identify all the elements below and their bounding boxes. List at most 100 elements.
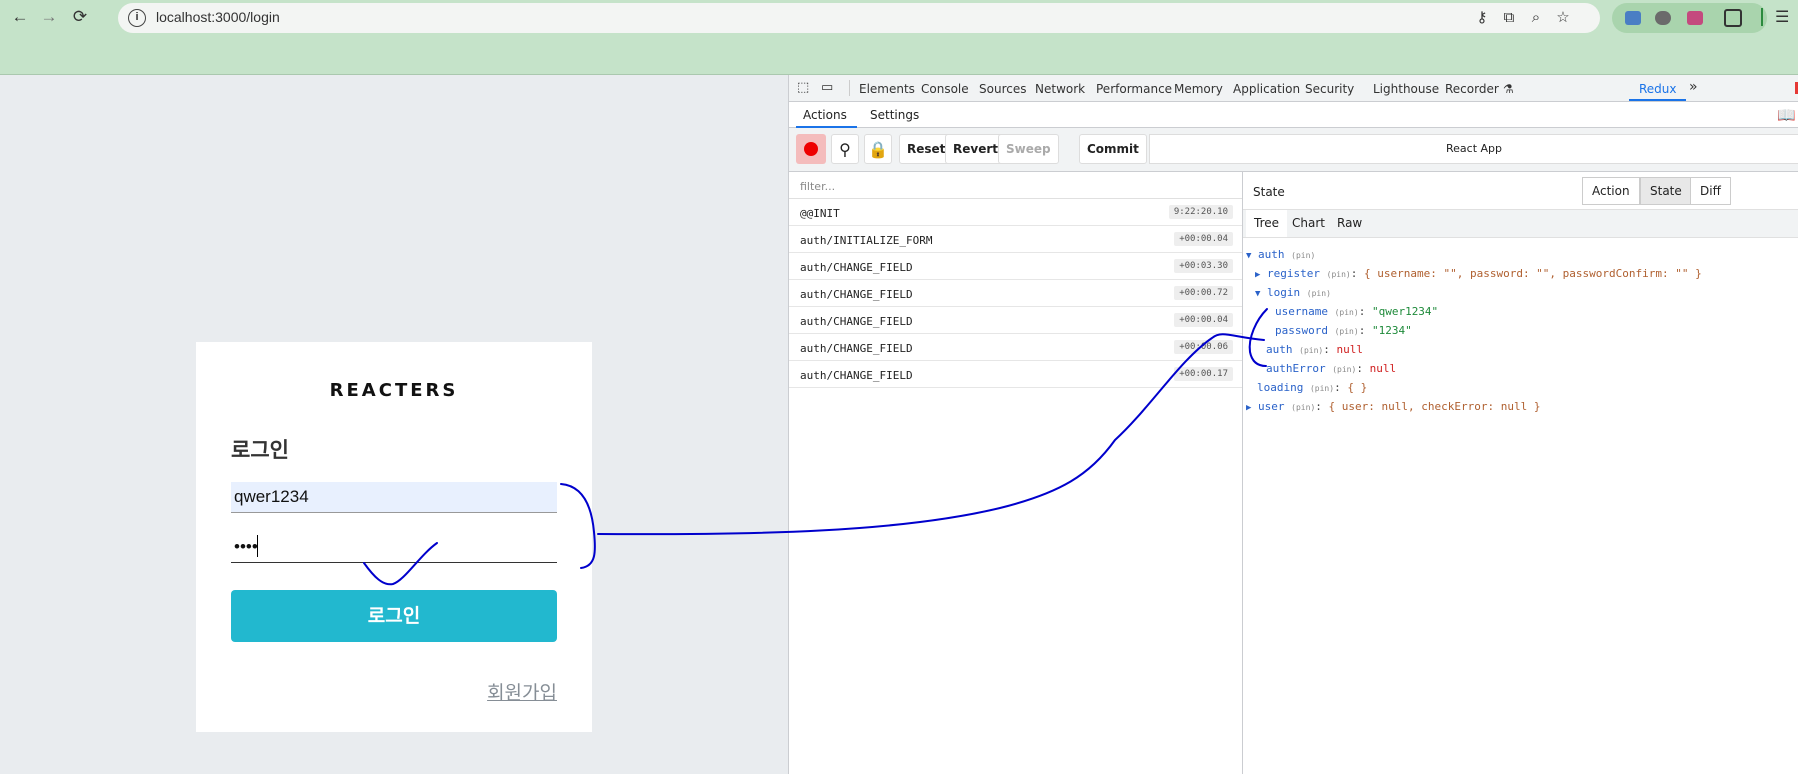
expanded-arrow-icon[interactable]: ▼ [1255, 289, 1260, 299]
action-list: filter... @@INIT 9:22:20.10 auth/INITIAL… [789, 172, 1243, 774]
active-tab-indicator [1629, 99, 1686, 101]
pin-label[interactable]: (pin) [1310, 384, 1334, 393]
filter-input[interactable]: filter... [789, 172, 1242, 199]
tree-node-login[interactable]: ▼ login (pin) [1255, 286, 1331, 299]
site-info-icon[interactable]: i [128, 9, 146, 27]
tree-value: "qwer1234" [1371, 305, 1439, 318]
password-input[interactable] [231, 532, 557, 563]
open-in-window-icon[interactable]: ⧉ [1499, 8, 1519, 28]
mode-action-button[interactable]: Action [1582, 177, 1640, 205]
mode-diff-button[interactable]: Diff [1690, 177, 1731, 205]
tree-node-auth-inner[interactable]: auth (pin): null [1266, 343, 1363, 356]
more-tabs-icon[interactable]: » [1689, 79, 1698, 95]
url-text[interactable]: localhost:3000/login [156, 9, 280, 25]
action-time: +00:03.30 [1174, 259, 1233, 273]
extensions-puzzle-icon[interactable] [1724, 9, 1742, 27]
revert-button[interactable]: Revert [945, 134, 1006, 164]
tab-recorder[interactable]: Recorder [1445, 82, 1499, 96]
device-toolbar-icon[interactable]: ▭ [821, 80, 833, 95]
view-tab-raw[interactable]: Raw [1329, 210, 1370, 237]
tab-redux[interactable]: Redux [1639, 82, 1677, 96]
login-button[interactable]: 로그인 [231, 590, 557, 642]
tree-summary: { username: "", password: "", passwordCo… [1364, 267, 1702, 280]
username-input[interactable] [231, 482, 557, 513]
docs-book-icon[interactable]: 📖 [1777, 106, 1796, 124]
forward-icon[interactable]: → [38, 6, 60, 28]
lock-icon[interactable]: 🔒 [864, 134, 892, 164]
action-row[interactable]: auth/CHANGE_FIELD +00:00.06 [789, 334, 1242, 361]
action-row[interactable]: auth/INITIALIZE_FORM +00:00.04 [789, 226, 1242, 253]
extension-a-icon[interactable] [1625, 11, 1641, 25]
tab-elements[interactable]: Elements [859, 82, 915, 96]
action-row[interactable]: auth/CHANGE_FIELD +00:00.04 [789, 307, 1242, 334]
tree-key: username [1275, 305, 1328, 318]
bookmark-star-icon[interactable]: ☆ [1553, 8, 1573, 28]
tab-security[interactable]: Security [1305, 82, 1354, 96]
pin-label[interactable]: (pin) [1335, 327, 1359, 336]
tree-node-autherror[interactable]: authError (pin): null [1266, 362, 1396, 375]
tree-value: null [1369, 362, 1397, 375]
state-header: State Action State Diff [1243, 172, 1798, 210]
extensions-area [1612, 3, 1767, 33]
action-row[interactable]: @@INIT 9:22:20.10 [789, 199, 1242, 226]
action-row[interactable]: auth/CHANGE_FIELD +00:03.30 [789, 253, 1242, 280]
tree-node-user[interactable]: ▶ user (pin): { user: null, checkError: … [1246, 400, 1540, 413]
address-bar[interactable]: i localhost:3000/login ⚷ ⧉ ⌕ ☆ [118, 3, 1600, 33]
pin-label[interactable]: (pin) [1307, 289, 1331, 298]
tab-lighthouse[interactable]: Lighthouse [1373, 82, 1439, 96]
tab-performance[interactable]: Performance [1096, 82, 1172, 96]
devtools-tab-bar: ⬚ ▭ Elements Console Sources Network Per… [789, 75, 1798, 102]
tree-node-auth[interactable]: ▼ auth (pin) [1246, 248, 1315, 261]
tab-network[interactable]: Network [1035, 82, 1085, 96]
register-link[interactable]: 회원가입 [487, 678, 557, 705]
action-name: auth/CHANGE_FIELD [800, 288, 913, 301]
tree-node-register[interactable]: ▶ register (pin): { username: "", passwo… [1255, 267, 1702, 280]
back-icon[interactable]: ← [9, 6, 31, 28]
sweep-button[interactable]: Sweep [998, 134, 1059, 164]
tab-sources[interactable]: Sources [979, 82, 1026, 96]
collapsed-arrow-icon[interactable]: ▶ [1255, 270, 1260, 280]
tree-node-loading[interactable]: loading (pin): { } [1257, 381, 1367, 394]
pin-icon[interactable]: ⚲ [831, 134, 859, 164]
inspect-element-icon[interactable]: ⬚ [797, 80, 809, 95]
state-title: State [1253, 185, 1285, 199]
action-time: +00:00.04 [1174, 232, 1233, 246]
subtab-actions[interactable]: Actions [803, 108, 847, 122]
pin-label[interactable]: (pin) [1299, 346, 1323, 355]
tree-value: null [1336, 343, 1363, 356]
record-button[interactable] [796, 134, 826, 164]
pin-label[interactable]: (pin) [1327, 270, 1351, 279]
mode-state-button[interactable]: State [1640, 177, 1692, 205]
extension-b-icon[interactable] [1655, 11, 1671, 25]
action-row[interactable]: auth/CHANGE_FIELD +00:00.17 [789, 361, 1242, 388]
action-name: auth/CHANGE_FIELD [800, 315, 913, 328]
pin-label[interactable]: (pin) [1291, 403, 1315, 412]
tree-node-password[interactable]: password (pin): "1234" [1275, 324, 1412, 337]
tree-summary: { } [1347, 381, 1368, 394]
redux-toolbar: ⚲ 🔒 Reset Revert Sweep Commit React App [789, 128, 1798, 172]
view-tab-chart[interactable]: Chart [1284, 210, 1333, 237]
password-key-icon[interactable]: ⚷ [1472, 8, 1492, 28]
action-row[interactable]: auth/CHANGE_FIELD +00:00.72 [789, 280, 1242, 307]
pin-label[interactable]: (pin) [1332, 365, 1356, 374]
tab-memory[interactable]: Memory [1174, 82, 1223, 96]
pin-label[interactable]: (pin) [1291, 251, 1315, 260]
pin-label[interactable]: (pin) [1335, 308, 1359, 317]
logo[interactable]: REACTERS [196, 380, 592, 401]
view-tab-tree[interactable]: Tree [1246, 210, 1288, 237]
expanded-arrow-icon[interactable]: ▼ [1246, 251, 1251, 261]
extension-c-icon[interactable] [1687, 11, 1703, 25]
zoom-icon[interactable]: ⌕ [1526, 8, 1546, 28]
tree-node-username[interactable]: username (pin): "qwer1234" [1275, 305, 1438, 318]
commit-button[interactable]: Commit [1079, 134, 1147, 164]
instance-selector[interactable]: React App [1149, 134, 1798, 164]
tab-application[interactable]: Application [1233, 82, 1300, 96]
tree-key: user [1258, 400, 1285, 413]
action-time: 9:22:20.10 [1168, 205, 1233, 219]
collapsed-arrow-icon[interactable]: ▶ [1246, 403, 1251, 413]
tree-key: auth [1266, 343, 1293, 356]
menu-icon[interactable]: ☰ [1775, 7, 1789, 27]
tab-console[interactable]: Console [921, 82, 969, 96]
reload-icon[interactable]: ⟳ [69, 6, 91, 28]
subtab-settings[interactable]: Settings [870, 108, 919, 122]
